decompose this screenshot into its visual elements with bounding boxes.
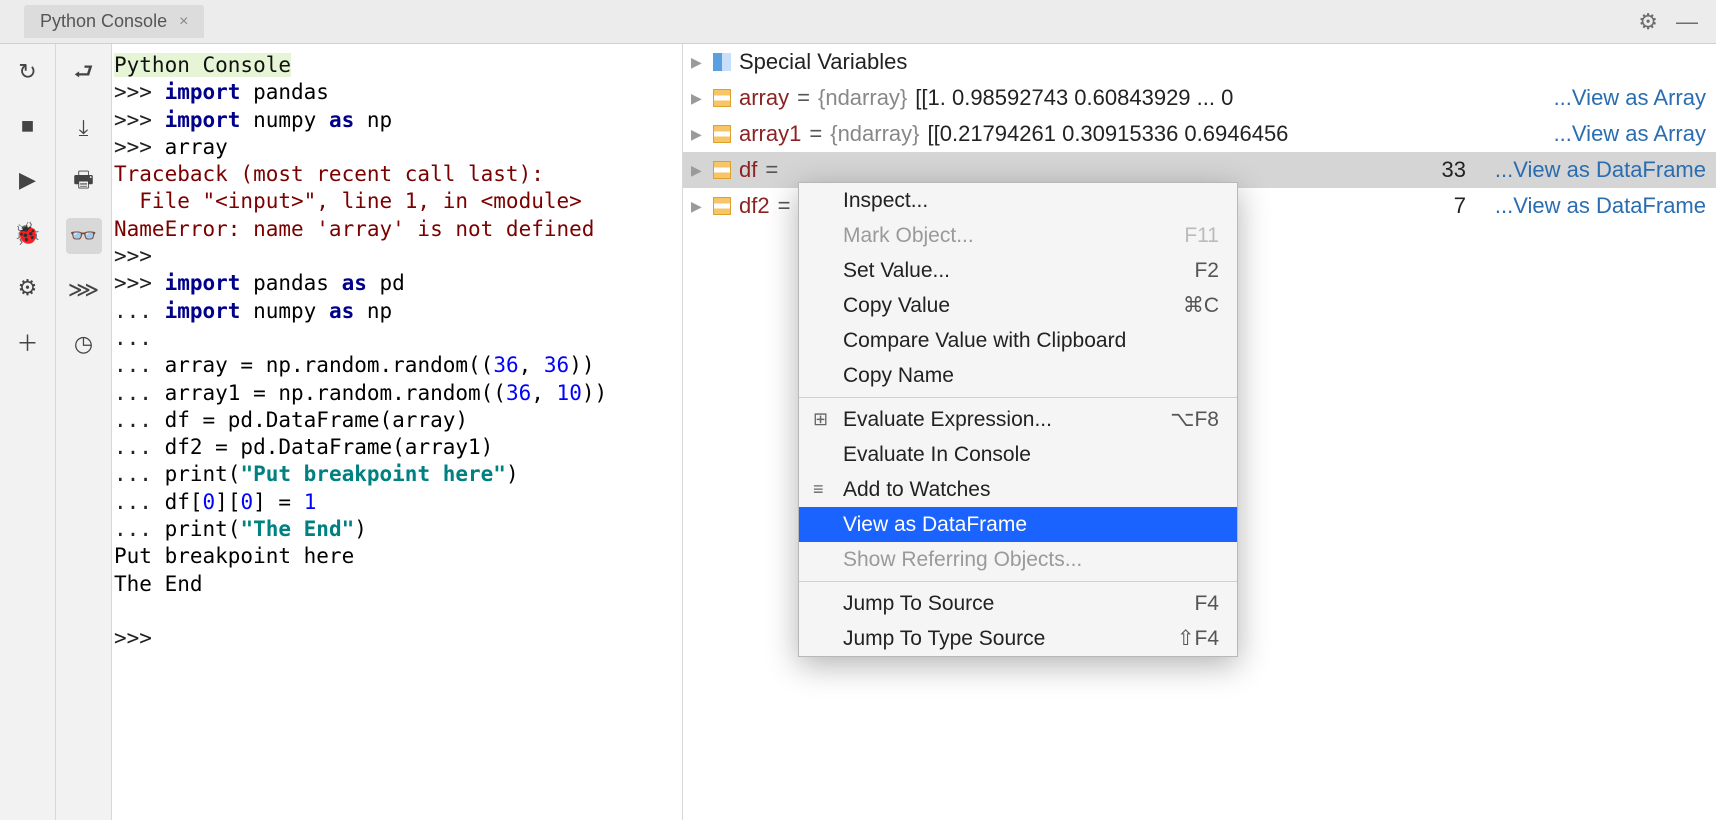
run-button[interactable]: ▶ xyxy=(12,164,44,196)
object-icon xyxy=(713,89,731,107)
menu-item-shortcut: F4 xyxy=(1194,592,1219,616)
menu-item-label: Mark Object... xyxy=(843,224,974,248)
tab-bar: Python Console × ⚙ — xyxy=(0,0,1716,44)
variable-name: array xyxy=(739,85,789,111)
menu-item-shortcut: F11 xyxy=(1184,224,1219,248)
tab-label: Python Console xyxy=(40,11,167,32)
menu-item-label: Jump To Source xyxy=(843,592,994,616)
left-toolbar: ↻ ■ ▶ 🐞 ⚙ ＋ xyxy=(0,44,56,820)
menu-separator xyxy=(799,397,1237,398)
tab-python-console[interactable]: Python Console × xyxy=(24,5,204,38)
expand-icon[interactable]: ▶ xyxy=(691,198,705,215)
menu-separator xyxy=(799,581,1237,582)
context-menu: Inspect... Mark Object... F11 Set Value... F… xyxy=(798,182,1238,657)
menu-item-inspect[interactable]: Inspect... xyxy=(799,183,1237,218)
menu-item-label: Add to Watches xyxy=(843,478,990,502)
show-variables-button[interactable]: 👓 xyxy=(66,218,102,254)
menu-item-copy-value[interactable]: Copy Value ⌘C xyxy=(799,288,1237,323)
softwrap-button[interactable]: ⮐ xyxy=(66,56,102,92)
settings-button[interactable]: ⚙ xyxy=(12,272,44,304)
view-link[interactable]: ...View as Array xyxy=(1554,85,1716,111)
menu-item-mark-object: Mark Object... F11 xyxy=(799,218,1237,253)
menu-item-label: Jump To Type Source xyxy=(843,627,1045,651)
menu-item-label: Compare Value with Clipboard xyxy=(843,329,1126,353)
special-variables-row[interactable]: ▶ Special Variables xyxy=(683,44,1716,80)
expand-icon[interactable]: ▶ xyxy=(691,54,705,71)
expand-icon[interactable]: ▶ xyxy=(691,90,705,107)
object-icon xyxy=(713,125,731,143)
variable-type: {ndarray} xyxy=(830,121,919,147)
variable-value: [[0.21794261 0.30915336 0.6946456 xyxy=(928,121,1289,147)
recent-button[interactable]: ◷ xyxy=(66,326,102,362)
menu-item-evaluate-in-console[interactable]: Evaluate In Console xyxy=(799,437,1237,472)
menu-item-set-value[interactable]: Set Value... F2 xyxy=(799,253,1237,288)
menu-item-jump-to-type-source[interactable]: Jump To Type Source ⇧F4 xyxy=(799,621,1237,656)
console-toolbar: ⮐ ⤓ 🖶 👓 ⋙ ◷ xyxy=(56,44,112,820)
object-icon xyxy=(713,197,731,215)
menu-item-icon: ⊞ xyxy=(813,409,828,430)
variable-row-array1[interactable]: ▶array1 = {ndarray} [[0.21794261 0.30915… xyxy=(683,116,1716,152)
variable-name: df2 xyxy=(739,193,770,219)
menu-item-shortcut: ⌘C xyxy=(1183,293,1219,318)
menu-item-label: Evaluate Expression... xyxy=(843,408,1052,432)
scroll-to-end-button[interactable]: ⤓ xyxy=(66,110,102,146)
stop-button[interactable]: ■ xyxy=(12,110,44,142)
view-link[interactable]: ...View as Array xyxy=(1554,121,1716,147)
menu-item-add-to-watches[interactable]: ≡ Add to Watches xyxy=(799,472,1237,507)
variable-name: array1 xyxy=(739,121,801,147)
menu-item-label: Evaluate In Console xyxy=(843,443,1031,467)
menu-item-label: View as DataFrame xyxy=(843,513,1027,537)
menu-item-shortcut: F2 xyxy=(1194,259,1219,283)
debug-button[interactable]: 🐞 xyxy=(12,218,44,250)
close-icon[interactable]: × xyxy=(179,13,188,31)
variable-label: Special Variables xyxy=(739,49,907,75)
menu-item-label: Copy Value xyxy=(843,294,950,318)
expand-icon[interactable]: ▶ xyxy=(691,126,705,143)
menu-item-jump-to-source[interactable]: Jump To Source F4 xyxy=(799,586,1237,621)
menu-item-show-referring-objects: Show Referring Objects... xyxy=(799,542,1237,577)
view-link[interactable]: ...View as DataFrame xyxy=(1495,193,1716,219)
rerun-button[interactable]: ↻ xyxy=(12,56,44,88)
menu-item-label: Inspect... xyxy=(843,189,928,213)
menu-item-label: Set Value... xyxy=(843,259,950,283)
variable-count: 7 xyxy=(1454,193,1466,219)
menu-item-label: Show Referring Objects... xyxy=(843,548,1082,572)
menu-item-icon: ≡ xyxy=(813,479,824,500)
variable-name: df xyxy=(739,157,757,183)
menu-item-label: Copy Name xyxy=(843,364,954,388)
add-button[interactable]: ＋ xyxy=(12,326,44,358)
expand-icon[interactable]: ▶ xyxy=(691,162,705,179)
menu-item-shortcut: ⌥F8 xyxy=(1170,407,1219,432)
history-button[interactable]: ⋙ xyxy=(66,272,102,308)
menu-item-view-as-dataframe[interactable]: View as DataFrame xyxy=(799,507,1237,542)
gear-icon[interactable]: ⚙ xyxy=(1638,9,1658,35)
console-output[interactable]: Python Console >>> import pandas >>> imp… xyxy=(112,44,682,820)
menu-item-shortcut: ⇧F4 xyxy=(1177,626,1219,651)
view-link[interactable]: ...View as DataFrame xyxy=(1495,157,1716,183)
variable-value: [[1. 0.98592743 0.60843929 ... 0 xyxy=(915,85,1233,111)
variable-row-array[interactable]: ▶array = {ndarray} [[1. 0.98592743 0.608… xyxy=(683,80,1716,116)
special-vars-icon xyxy=(713,53,731,71)
menu-item-copy-name[interactable]: Copy Name xyxy=(799,358,1237,393)
object-icon xyxy=(713,161,731,179)
print-button[interactable]: 🖶 xyxy=(66,164,102,200)
menu-item-compare-value-with-clipboard[interactable]: Compare Value with Clipboard xyxy=(799,323,1237,358)
minimize-icon[interactable]: — xyxy=(1676,9,1698,35)
variable-count: 33 xyxy=(1442,157,1466,183)
menu-item-evaluate-expression[interactable]: ⊞ Evaluate Expression... ⌥F8 xyxy=(799,402,1237,437)
variable-type: {ndarray} xyxy=(818,85,907,111)
